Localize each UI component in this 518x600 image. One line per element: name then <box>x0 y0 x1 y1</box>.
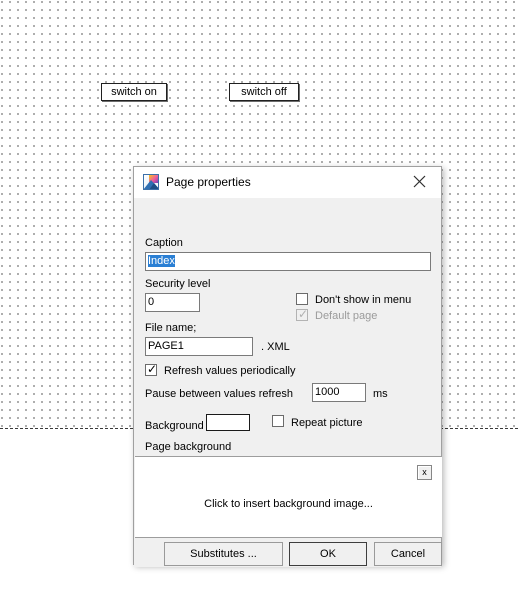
pause-refresh-label: Pause between values refresh <box>145 388 293 400</box>
canvas-button-switch-on[interactable]: switch on <box>101 83 167 101</box>
file-name-value: PAGE1 <box>148 340 184 352</box>
caption-input-value: Index <box>148 255 175 267</box>
dialog-body: Caption Index Security level 0 Don't sho… <box>134 198 442 567</box>
background-label: Background <box>145 420 204 432</box>
page-properties-dialog: Page properties Caption Index Security l… <box>133 166 442 567</box>
close-icon[interactable] <box>397 167 441 196</box>
file-name-input[interactable]: PAGE1 <box>145 337 253 356</box>
cancel-button[interactable]: Cancel <box>374 542 442 566</box>
dialog-title: Page properties <box>166 175 251 189</box>
check-icon: ✓ <box>298 307 309 321</box>
check-icon: ✓ <box>147 362 158 376</box>
pause-refresh-input[interactable]: 1000 <box>312 383 366 402</box>
dont-show-in-menu-label: Don't show in menu <box>315 294 412 306</box>
background-image-hint: Click to insert background image... <box>204 498 373 510</box>
security-level-input[interactable]: 0 <box>145 293 200 312</box>
repeat-picture-label: Repeat picture <box>291 417 363 429</box>
pause-refresh-value: 1000 <box>315 386 340 398</box>
security-level-label: Security level <box>145 278 211 290</box>
picture-icon <box>143 174 159 190</box>
canvas-button-switch-on-label: switch on <box>111 86 157 98</box>
pause-refresh-unit: ms <box>373 388 388 400</box>
background-color-swatch[interactable] <box>206 414 250 431</box>
default-page-label: Default page <box>315 310 378 322</box>
ok-button[interactable]: OK <box>289 542 367 566</box>
caption-input[interactable]: Index <box>145 252 431 271</box>
canvas-button-switch-off[interactable]: switch off <box>229 83 299 101</box>
dont-show-in-menu-checkbox[interactable] <box>296 293 308 305</box>
canvas-button-switch-off-label: switch off <box>241 86 287 98</box>
clear-background-image-button[interactable]: x <box>417 465 432 480</box>
caption-label: Caption <box>145 237 183 249</box>
refresh-periodically-label: Refresh values periodically <box>164 365 296 377</box>
refresh-periodically-checkbox[interactable]: ✓ <box>145 362 158 376</box>
dialog-titlebar[interactable]: Page properties <box>134 167 441 198</box>
substitutes-button[interactable]: Substitutes ... <box>164 542 283 566</box>
file-name-label: File name; <box>145 322 197 334</box>
security-level-value: 0 <box>148 296 155 308</box>
file-extension-label: . XML <box>261 341 290 353</box>
repeat-picture-checkbox[interactable] <box>272 415 284 427</box>
page-background-label: Page background <box>145 441 232 453</box>
background-image-dropzone[interactable]: Click to insert background image... x <box>135 456 442 538</box>
default-page-checkbox: ✓ <box>296 307 309 321</box>
